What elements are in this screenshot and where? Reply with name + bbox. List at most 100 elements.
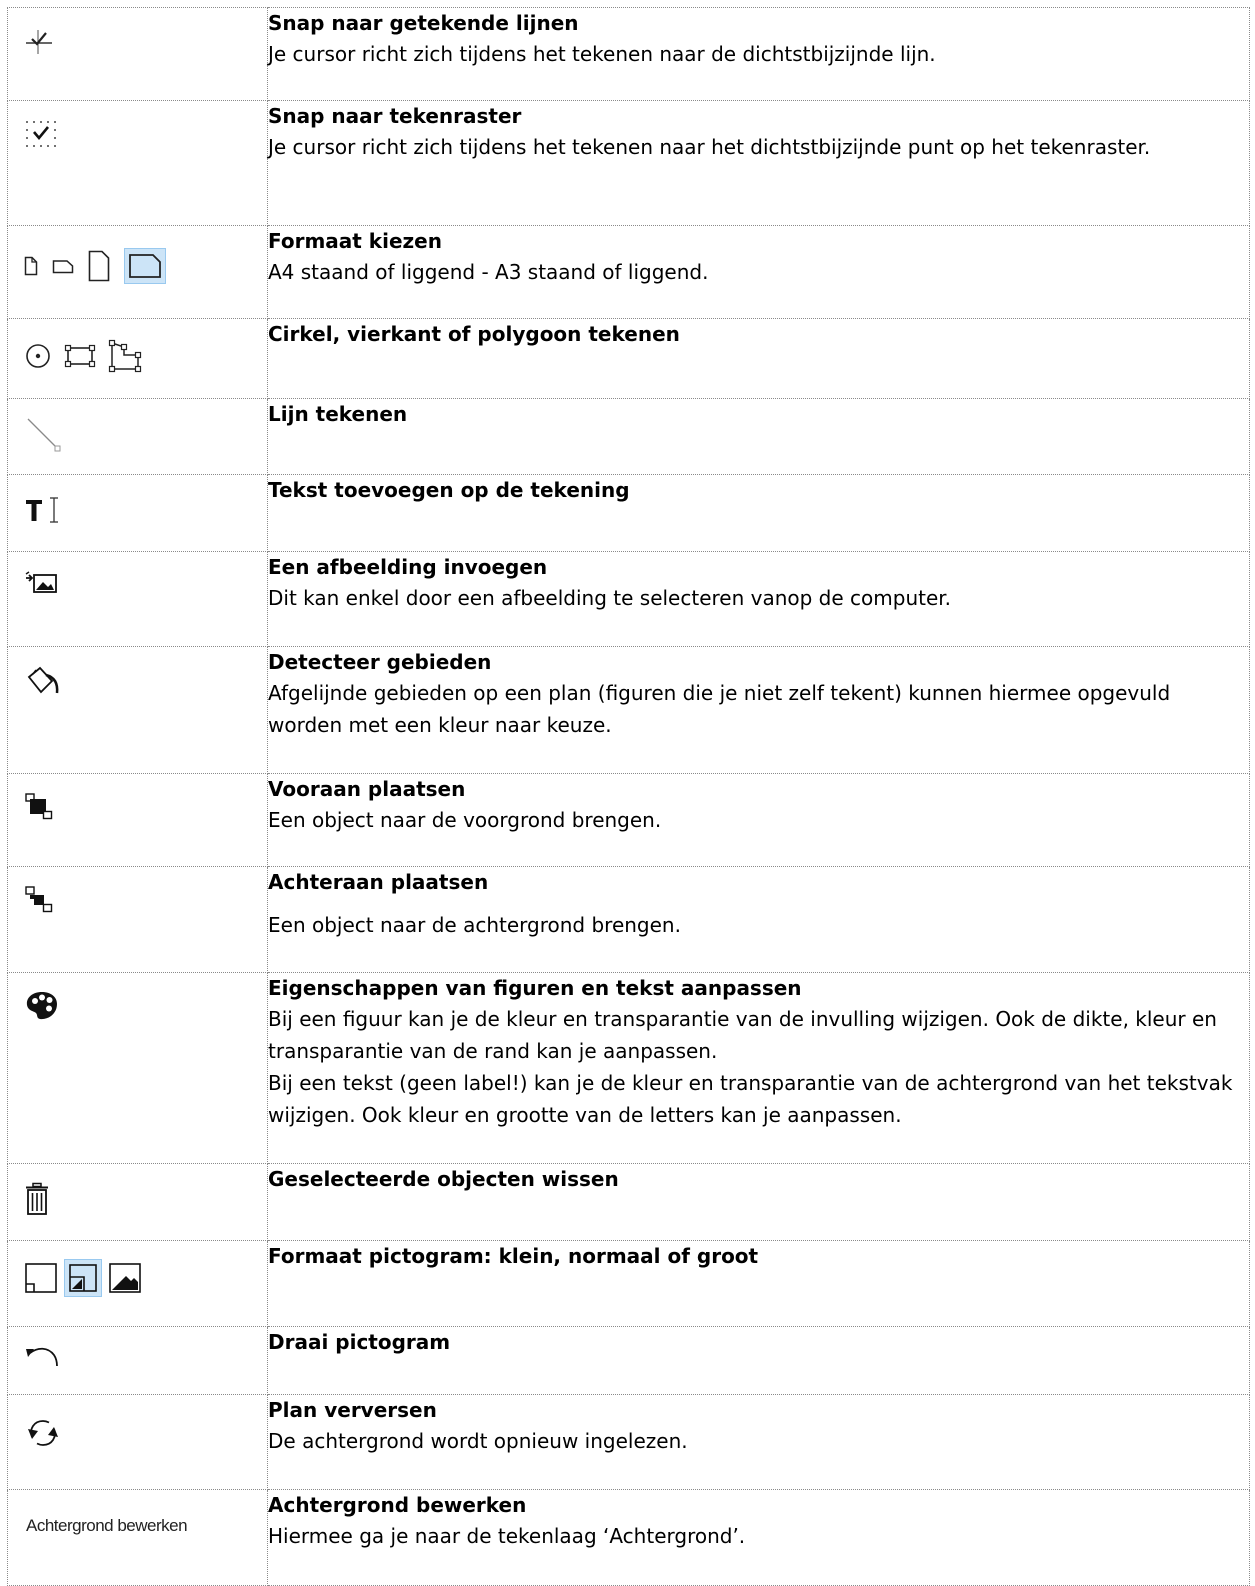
row-title: Achtergrond bewerken <box>268 1493 527 1517</box>
row-title: Snap naar tekenraster <box>268 104 522 128</box>
row-description: Hiermee ga je naar de tekenlaag ‘Achterg… <box>268 1524 746 1548</box>
small-icon-size-icon[interactable] <box>24 1262 58 1294</box>
row-description: A4 staand of liggend - A3 staand of ligg… <box>268 260 709 284</box>
legend-table: Snap naar getekende lijnen Je cursor ric… <box>7 7 1250 1586</box>
row-title: Snap naar getekende lijnen <box>268 11 579 35</box>
row-description: Je cursor richt zich tijdens het tekenen… <box>268 42 936 66</box>
row-title: Tekst toevoegen op de tekening <box>268 478 630 502</box>
text-tool-icon[interactable] <box>24 495 66 525</box>
icon-cell <box>7 1326 268 1395</box>
snap-grid-icon <box>26 121 56 147</box>
a4-landscape-icon[interactable] <box>52 258 74 274</box>
refresh-icon[interactable] <box>24 1415 62 1451</box>
icon-cell <box>7 866 268 973</box>
icon-cell <box>7 1394 268 1490</box>
table-row: Draai pictogram <box>7 1326 1250 1395</box>
normal-icon-size-icon <box>69 1264 97 1292</box>
description-cell: Achtergrond bewerken Hiermee ga je naar … <box>267 1489 1250 1586</box>
row-title: Eigenschappen van figuren en tekst aanpa… <box>268 976 802 1000</box>
description-cell: Een afbeelding invoegen Dit kan enkel do… <box>267 551 1250 647</box>
snap-lines-icon <box>26 30 52 54</box>
row-description: Afgelijnde gebieden op een plan (figuren… <box>268 681 1171 737</box>
a3-landscape-option-selected[interactable] <box>124 248 166 284</box>
description-cell: Lijn tekenen <box>267 398 1250 475</box>
row-title: Achteraan plaatsen <box>268 870 489 894</box>
row-description: Een object naar de voorgrond brengen. <box>268 808 662 832</box>
table-row: Formaat kiezen A4 staand of liggend - A3… <box>7 225 1250 319</box>
description-cell: Formaat kiezen A4 staand of liggend - A3… <box>267 225 1250 319</box>
row-description: Je cursor richt zich tijdens het tekenen… <box>268 135 1151 159</box>
table-row: Tekst toevoegen op de tekening <box>7 474 1250 552</box>
icon-cell <box>7 646 268 774</box>
table-row: Eigenschappen van figuren en tekst aanpa… <box>7 972 1250 1164</box>
icon-cell <box>7 972 268 1164</box>
table-row: Snap naar getekende lijnen Je cursor ric… <box>7 7 1250 101</box>
row-title: Formaat pictogram: klein, normaal of gro… <box>268 1244 759 1268</box>
a3-landscape-icon <box>129 254 161 278</box>
normal-icon-size-option-selected[interactable] <box>64 1259 102 1297</box>
row-title: Formaat kiezen <box>268 229 442 253</box>
table-row: Lijn tekenen <box>7 398 1250 475</box>
circle-tool-icon[interactable] <box>24 342 52 370</box>
row-description-2: Bij een tekst (geen label!) kan je de kl… <box>268 1071 1233 1127</box>
a4-portrait-icon[interactable] <box>24 256 38 276</box>
icon-cell <box>7 100 268 226</box>
row-description: De achtergrond wordt opnieuw ingelezen. <box>268 1429 688 1453</box>
row-description: Een object naar de achtergrond brengen. <box>268 913 681 937</box>
send-back-icon[interactable] <box>24 885 56 915</box>
table-row: Achtergrond bewerken Achtergrond bewerke… <box>7 1489 1250 1586</box>
row-title: Vooraan plaatsen <box>268 777 466 801</box>
row-title: Lijn tekenen <box>268 402 408 426</box>
rotate-icon[interactable] <box>24 1345 62 1369</box>
bring-front-icon[interactable] <box>24 792 56 822</box>
icon-cell <box>7 225 268 319</box>
icon-cell <box>7 1163 268 1241</box>
table-row: Detecteer gebieden Afgelijnde gebieden o… <box>7 646 1250 774</box>
row-title: Een afbeelding invoegen <box>268 555 548 579</box>
row-description: Dit kan enkel door een afbeelding te sel… <box>268 586 952 610</box>
row-title: Detecteer gebieden <box>268 650 492 674</box>
table-row: Achteraan plaatsen Een object naar de ac… <box>7 866 1250 973</box>
description-cell: Plan verversen De achtergrond wordt opni… <box>267 1394 1250 1490</box>
table-row: Een afbeelding invoegen Dit kan enkel do… <box>7 551 1250 647</box>
description-cell: Achteraan plaatsen Een object naar de ac… <box>267 866 1250 973</box>
row-title: Cirkel, vierkant of polygoon tekenen <box>268 322 680 346</box>
trash-icon[interactable] <box>24 1182 50 1216</box>
polygon-tool-icon[interactable] <box>108 339 142 373</box>
row-title: Geselecteerde objecten wissen <box>268 1167 619 1191</box>
table-row: Formaat pictogram: klein, normaal of gro… <box>7 1240 1250 1327</box>
paint-bucket-icon[interactable] <box>24 665 62 699</box>
description-cell: Eigenschappen van figuren en tekst aanpa… <box>267 972 1250 1164</box>
table-row: Cirkel, vierkant of polygoon tekenen <box>7 318 1250 399</box>
icon-cell <box>7 398 268 475</box>
rectangle-tool-icon[interactable] <box>64 343 96 369</box>
edit-background-button[interactable]: Achtergrond bewerken <box>26 1516 188 1536</box>
row-description: Bij een figuur kan je de kleur en transp… <box>268 1007 1217 1063</box>
icon-cell <box>7 318 268 399</box>
palette-icon[interactable] <box>24 989 60 1021</box>
table-row: Snap naar tekenraster Je cursor richt zi… <box>7 100 1250 226</box>
large-icon-size-icon[interactable] <box>108 1262 142 1294</box>
description-cell: Vooraan plaatsen Een object naar de voor… <box>267 773 1250 867</box>
row-title: Plan verversen <box>268 1398 437 1422</box>
icon-cell <box>7 474 268 552</box>
table-row: Plan verversen De achtergrond wordt opni… <box>7 1394 1250 1490</box>
icon-cell: Achtergrond bewerken <box>7 1489 268 1586</box>
a3-portrait-icon[interactable] <box>88 250 110 282</box>
description-cell: Tekst toevoegen op de tekening <box>267 474 1250 552</box>
description-cell: Snap naar tekenraster Je cursor richt zi… <box>267 100 1250 226</box>
description-cell: Geselecteerde objecten wissen <box>267 1163 1250 1241</box>
description-cell: Cirkel, vierkant of polygoon tekenen <box>267 318 1250 399</box>
icon-cell <box>7 7 268 101</box>
description-cell: Draai pictogram <box>267 1326 1250 1395</box>
description-cell: Formaat pictogram: klein, normaal of gro… <box>267 1240 1250 1327</box>
insert-image-icon[interactable] <box>24 570 58 596</box>
icon-cell <box>7 551 268 647</box>
icon-cell <box>7 773 268 867</box>
description-cell: Snap naar getekende lijnen Je cursor ric… <box>267 7 1250 101</box>
description-cell: Detecteer gebieden Afgelijnde gebieden o… <box>267 646 1250 774</box>
line-tool-icon[interactable] <box>24 415 64 455</box>
icon-cell <box>7 1240 268 1327</box>
table-row: Geselecteerde objecten wissen <box>7 1163 1250 1241</box>
row-title: Draai pictogram <box>268 1330 451 1354</box>
